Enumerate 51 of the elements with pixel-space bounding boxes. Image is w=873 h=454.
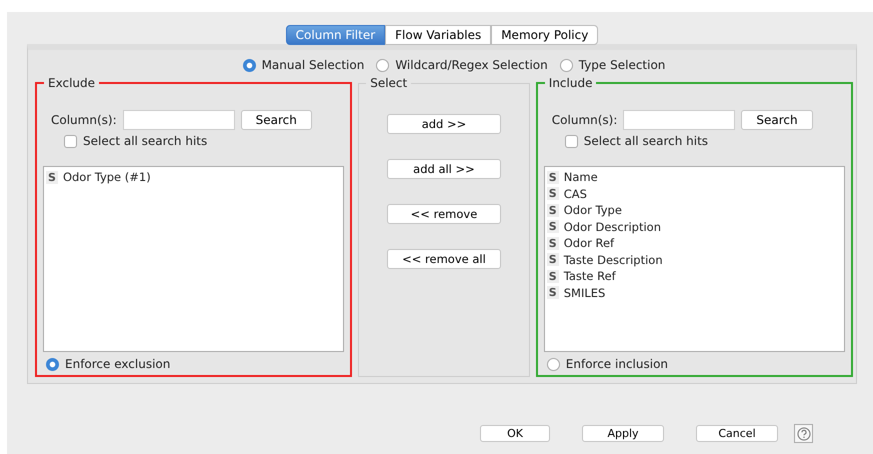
column-name[interactable]: SMILES <box>564 286 606 300</box>
tab[interactable]: Memory Policy <box>491 25 598 45</box>
dialog-button[interactable]: OK <box>480 425 550 442</box>
move-button[interactable]: << remove <box>386 204 501 224</box>
string-type-badge: S <box>546 236 559 250</box>
search-button[interactable]: Search <box>240 110 312 130</box>
string-type-badge: S <box>46 170 58 184</box>
radio-button[interactable] <box>46 358 59 370</box>
dialog-button[interactable]: Apply <box>582 425 664 442</box>
string-type-badge: S <box>546 286 559 300</box>
radio-button[interactable] <box>560 58 573 72</box>
move-button[interactable]: << remove all <box>386 249 501 269</box>
column-name[interactable]: Odor Type <box>564 203 622 218</box>
panel-title: Exclude <box>47 76 96 90</box>
radio-label: Enforce inclusion <box>566 357 668 371</box>
checkbox-label: Select all search hits <box>584 134 708 148</box>
string-type-badge: S <box>546 204 559 217</box>
radio-button[interactable] <box>376 58 390 72</box>
radio-label: Type Selection <box>578 58 666 72</box>
move-button[interactable]: add >> <box>386 114 501 134</box>
dialog-button[interactable]: Cancel <box>696 425 778 442</box>
search-label: Column(s): <box>552 113 618 127</box>
radio-label: Enforce exclusion <box>65 357 170 371</box>
radio-button[interactable] <box>546 358 560 370</box>
column-name[interactable]: CAS <box>564 186 587 201</box>
radio-label: Manual Selection <box>262 58 364 72</box>
column-name[interactable]: Taste Ref <box>564 269 616 284</box>
checkbox[interactable] <box>564 134 578 148</box>
search-label: Column(s): <box>51 113 117 127</box>
string-type-badge: S <box>546 220 559 234</box>
radio-label: Wildcard/Regex Selection <box>395 58 548 72</box>
string-type-badge: S <box>546 170 559 184</box>
string-type-badge: S <box>546 270 559 283</box>
column-name[interactable]: Odor Type (#1) <box>62 170 151 184</box>
move-button[interactable]: add all >> <box>386 159 501 179</box>
help-icon[interactable] <box>794 424 813 443</box>
search-button[interactable]: Search <box>741 110 813 130</box>
tab[interactable]: Flow Variables <box>385 25 492 45</box>
column-name[interactable]: Taste Description <box>564 252 663 267</box>
string-type-badge: S <box>546 187 559 200</box>
checkbox-label: Select all search hits <box>83 134 208 148</box>
search-field[interactable] <box>623 110 736 130</box>
search-field[interactable] <box>122 110 235 130</box>
string-type-badge: S <box>546 253 559 266</box>
column-name[interactable]: Odor Description <box>564 220 661 234</box>
checkbox[interactable] <box>64 134 77 148</box>
column-name[interactable]: Odor Ref <box>564 236 614 250</box>
panel-title: Include <box>548 76 594 90</box>
panel-title: Select <box>369 76 408 90</box>
column-name[interactable]: Name <box>564 170 598 184</box>
radio-button[interactable] <box>242 58 256 72</box>
